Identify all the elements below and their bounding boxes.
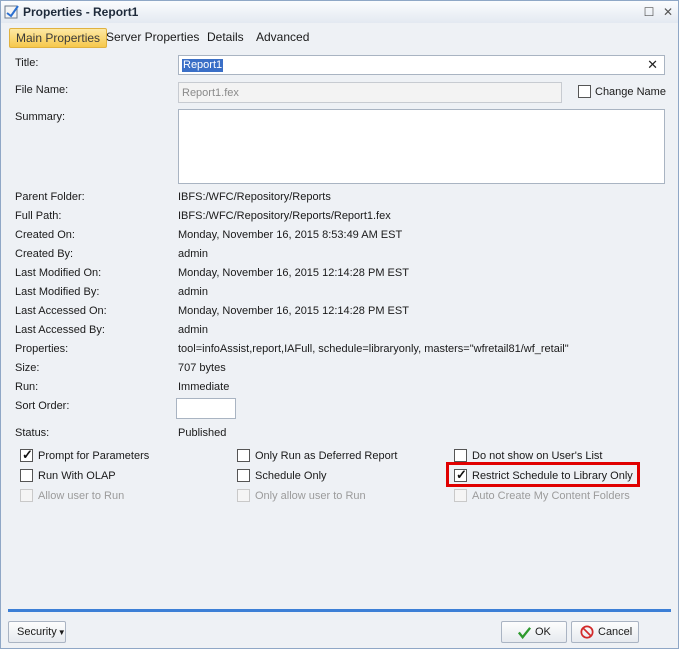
- option-label: Auto Create My Content Folders: [472, 490, 630, 502]
- deferred-report-checkbox[interactable]: [237, 449, 250, 462]
- filename-label: File Name:: [15, 84, 69, 96]
- info-label: Last Modified On:: [15, 267, 102, 279]
- info-label: Last Modified By:: [15, 286, 100, 298]
- option-label: Schedule Only: [255, 470, 327, 482]
- info-value: admin: [178, 324, 208, 336]
- title-label: Title:: [15, 57, 39, 69]
- info-value: Monday, November 16, 2015 12:14:28 PM ES…: [178, 305, 409, 317]
- info-value: IBFS:/WFC/Repository/Reports/Report1.fex: [178, 210, 391, 222]
- security-label: Security: [17, 626, 57, 638]
- cancel-label: Cancel: [598, 626, 633, 638]
- tab-bar: Main Properties Server Properties Detail…: [1, 28, 678, 48]
- filename-input: Report1.fex: [178, 82, 562, 103]
- title-bar[interactable]: Properties - Report1 ☐ ✕: [1, 1, 678, 23]
- cancel-button[interactable]: Cancel: [571, 621, 639, 643]
- info-label: Last Accessed By:: [15, 324, 105, 336]
- info-label: Properties:: [15, 343, 69, 355]
- auto-create-folders-checkbox: [454, 489, 467, 502]
- window-title: Properties - Report1: [23, 5, 139, 19]
- ok-label: OK: [535, 626, 551, 638]
- change-name-checkbox[interactable]: [578, 85, 591, 98]
- hide-from-user-list-checkbox[interactable]: [454, 449, 467, 462]
- tab-advanced[interactable]: Advanced: [250, 28, 315, 46]
- change-name-label: Change Name: [595, 86, 666, 98]
- close-icon[interactable]: ✕: [661, 5, 675, 19]
- tab-main-properties[interactable]: Main Properties: [9, 28, 108, 48]
- info-value: admin: [178, 286, 208, 298]
- status-label: Status:: [15, 427, 50, 439]
- option-label: Do not show on User's List: [472, 450, 603, 462]
- option-label: Only allow user to Run: [255, 490, 366, 502]
- info-value: Immediate: [178, 381, 230, 393]
- properties-dialog: Properties - Report1 ☐ ✕ Main Properties…: [0, 0, 679, 649]
- title-input[interactable]: Report1 ✕: [178, 55, 665, 75]
- summary-textarea[interactable]: [178, 109, 665, 184]
- sort-order-input[interactable]: [176, 398, 236, 419]
- info-label: Created On:: [15, 229, 75, 241]
- only-allow-user-to-run-checkbox: [237, 489, 250, 502]
- status-value: Published: [178, 427, 227, 439]
- main-properties-panel: Title: Report1 ✕ File Name: Report1.fex …: [8, 49, 671, 609]
- option-label: Prompt for Parameters: [38, 450, 150, 462]
- security-menu-button[interactable]: Security▼: [8, 621, 66, 643]
- option-label: Allow user to Run: [38, 490, 125, 502]
- summary-label: Summary:: [15, 111, 66, 123]
- info-label: Created By:: [15, 248, 74, 260]
- option-label: Only Run as Deferred Report: [255, 450, 398, 462]
- properties-icon: [4, 5, 19, 19]
- info-label: Parent Folder:: [15, 191, 85, 203]
- info-value: 707 bytes: [178, 362, 226, 374]
- info-value: Monday, November 16, 2015 8:53:49 AM EST: [178, 229, 403, 241]
- tab-server-properties[interactable]: Server Properties: [100, 28, 205, 46]
- highlight-box: [446, 462, 640, 487]
- info-value: admin: [178, 248, 208, 260]
- checkmark-icon: [517, 627, 532, 640]
- info-value: Monday, November 16, 2015 12:14:28 PM ES…: [178, 267, 409, 279]
- cancel-icon: [580, 625, 594, 639]
- filename-value: Report1.fex: [182, 87, 239, 99]
- info-value: IBFS:/WFC/Repository/Reports: [178, 191, 331, 203]
- maximize-icon[interactable]: ☐: [642, 5, 656, 19]
- info-value: tool=infoAssist,report,IAFull, schedule=…: [178, 343, 569, 355]
- info-label: Last Accessed On:: [15, 305, 107, 317]
- checkmark-icon: ✓: [22, 447, 33, 462]
- info-label: Size:: [15, 362, 40, 374]
- option-label: Run With OLAP: [38, 470, 116, 482]
- clear-title-icon[interactable]: ✕: [647, 57, 658, 73]
- prompt-for-parameters-checkbox[interactable]: ✓: [20, 447, 33, 462]
- title-input-value: Report1: [182, 59, 224, 72]
- dialog-footer: Security▼ OK Cancel: [8, 609, 671, 648]
- allow-user-to-run-checkbox: [20, 489, 33, 502]
- schedule-only-checkbox[interactable]: [237, 469, 250, 482]
- info-label: Run:: [15, 381, 39, 393]
- dropdown-arrow-icon: ▼: [57, 628, 66, 637]
- info-label: Full Path:: [15, 210, 62, 222]
- run-with-olap-checkbox[interactable]: [20, 469, 33, 482]
- ok-button[interactable]: OK: [501, 621, 567, 643]
- tab-details[interactable]: Details: [201, 28, 250, 46]
- sort-order-label: Sort Order:: [15, 400, 70, 412]
